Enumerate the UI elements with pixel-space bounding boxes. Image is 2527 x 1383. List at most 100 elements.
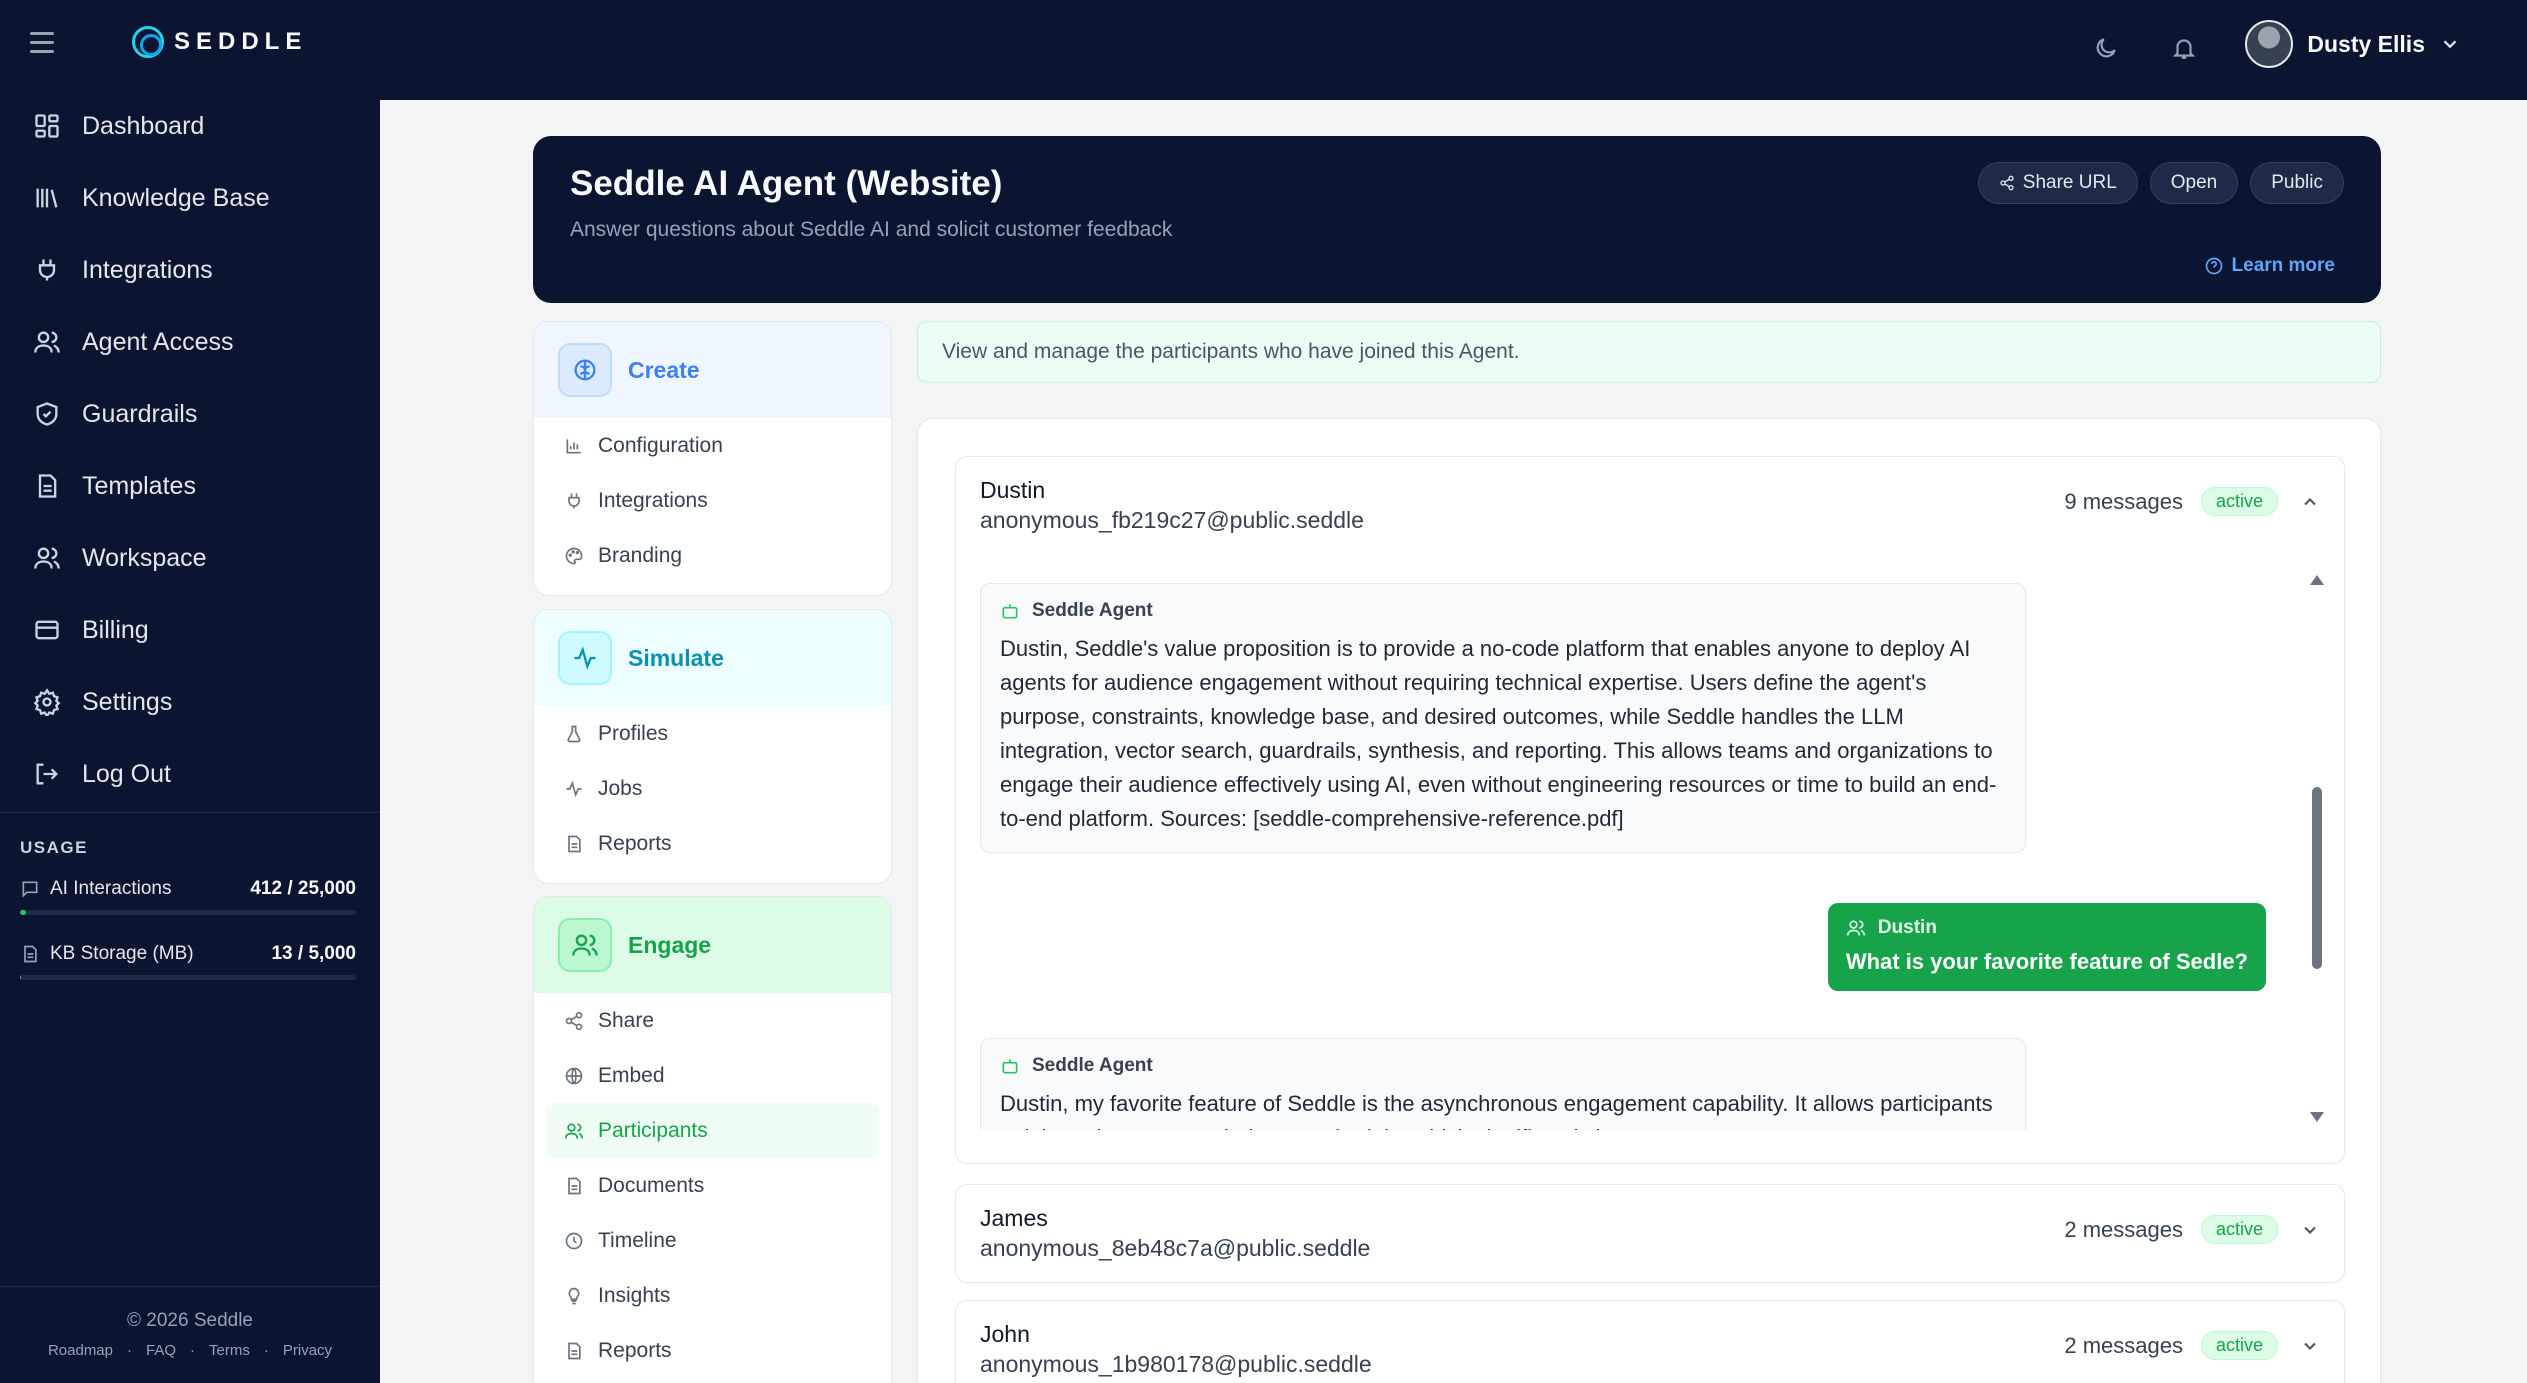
participant-card[interactable]: John anonymous_1b980178@public.seddle 2 … <box>955 1300 2345 1383</box>
logo-icon <box>132 26 164 58</box>
menu-item-participants[interactable]: Participants <box>546 1103 879 1158</box>
sidebar-item-guardrails[interactable]: Guardrails <box>0 378 380 450</box>
scroll-up-arrow[interactable] <box>2310 575 2324 585</box>
participant-name: John <box>980 1321 1030 1347</box>
message-sender: Dustin <box>1877 917 1937 938</box>
sidebar-item-label: Knowledge Base <box>82 183 270 212</box>
menu-item-reports[interactable]: Reports <box>534 816 891 871</box>
sidebar-item-knowledge-base[interactable]: Knowledge Base <box>0 162 380 234</box>
sidebar-item-dashboard[interactable]: Dashboard <box>0 90 380 162</box>
menu-item-configuration[interactable]: Configuration <box>534 418 891 473</box>
dark-mode-icon[interactable] <box>2086 28 2126 68</box>
bell-icon[interactable] <box>2164 28 2204 68</box>
users-icon <box>32 543 62 573</box>
status-badge: active <box>2200 1331 2278 1360</box>
menu-item-timeline[interactable]: Timeline <box>534 1213 891 1268</box>
usage-kb-value: 13 / 5,000 <box>271 943 356 964</box>
help-icon <box>2205 257 2222 275</box>
share-url-button[interactable]: Share URL <box>1977 162 2138 204</box>
footer-link-privacy[interactable]: Privacy <box>283 1342 332 1359</box>
sidebar-item-workspace[interactable]: Workspace <box>0 522 380 594</box>
message-count: 2 messages <box>2064 1332 2183 1358</box>
engage-header[interactable]: Engage <box>534 897 891 993</box>
conversation-view[interactable]: Seddle Agent Dustin, Seddle's value prop… <box>980 567 2325 1130</box>
engage-panel: Engage Share Embed Participants Document… <box>533 896 892 1383</box>
create-header[interactable]: Create <box>534 322 891 418</box>
usage-panel: USAGE AI Interactions 412 / 25,000 KB St… <box>20 838 356 1008</box>
status-open-badge[interactable]: Open <box>2149 162 2239 204</box>
participant-name: James <box>980 1205 1048 1231</box>
user-menu[interactable]: Dusty Ellis <box>2245 20 2461 68</box>
usage-title: USAGE <box>20 838 88 857</box>
visibility-public-badge[interactable]: Public <box>2250 162 2344 204</box>
sidebar-nav: Dashboard Knowledge Base Integrations Ag… <box>0 90 380 810</box>
usage-ai-bar <box>20 910 356 915</box>
activity-icon <box>566 780 582 797</box>
participant-email: anonymous_fb219c27@public.seddle <box>980 507 1364 533</box>
menu-item-documents[interactable]: Documents <box>534 1158 891 1213</box>
bar-chart-icon <box>566 438 581 453</box>
bot-icon <box>1002 604 1018 619</box>
scroll-down-arrow[interactable] <box>2310 1112 2324 1122</box>
participant-email: anonymous_8eb48c7a@public.seddle <box>980 1235 1371 1261</box>
learn-more-link[interactable]: Learn more <box>2204 255 2335 277</box>
menu-toggle-icon[interactable] <box>30 25 64 59</box>
share-icon <box>2000 175 2014 191</box>
sidebar-item-integrations[interactable]: Integrations <box>0 234 380 306</box>
users-icon <box>32 327 62 357</box>
menu-item-integrations[interactable]: Integrations <box>534 473 891 528</box>
footer-link-faq[interactable]: FAQ <box>146 1342 176 1359</box>
sidebar-item-agent-access[interactable]: Agent Access <box>0 306 380 378</box>
menu-item-branding[interactable]: Branding <box>534 528 891 583</box>
engage-label: Engage <box>628 931 712 958</box>
menu-item-reports-engage[interactable]: Reports <box>534 1323 891 1378</box>
users-icon <box>564 1123 584 1139</box>
scrollbar[interactable] <box>2307 567 2325 1130</box>
sidebar-item-templates[interactable]: Templates <box>0 450 380 522</box>
sidebar-item-label: Guardrails <box>82 399 198 428</box>
usage-ai-row: AI Interactions 412 / 25,000 <box>20 878 356 900</box>
menu-item-insights[interactable]: Insights <box>534 1268 891 1323</box>
menu-item-jobs[interactable]: Jobs <box>534 761 891 816</box>
logo[interactable]: SEDDLE <box>132 26 307 58</box>
footer-links: Roadmap · FAQ · Terms · Privacy <box>0 1342 380 1359</box>
sidebar-item-label: Workspace <box>82 543 207 572</box>
simulate-header[interactable]: Simulate <box>534 610 891 706</box>
status-badge: active <box>2200 1215 2278 1244</box>
menu-item-share[interactable]: Share <box>534 993 891 1048</box>
sidebar-divider <box>0 812 380 813</box>
usage-ai-bar-fill <box>20 910 26 915</box>
participant-card[interactable]: James anonymous_8eb48c7a@public.seddle 2… <box>955 1184 2345 1283</box>
gear-icon <box>32 687 62 717</box>
sidebar-item-settings[interactable]: Settings <box>0 666 380 738</box>
sidebar-item-billing[interactable]: Billing <box>0 594 380 666</box>
sidebar-item-log-out[interactable]: Log Out <box>0 738 380 810</box>
message-sender: Seddle Agent <box>1032 600 1153 621</box>
simulate-panel: Simulate Profiles Jobs Reports <box>533 609 892 884</box>
sidebar-footer: © 2026 Seddle Roadmap · FAQ · Terms · Pr… <box>0 1310 380 1359</box>
sidebar-item-label: Agent Access <box>82 327 234 356</box>
grid-icon <box>32 111 62 141</box>
footer-link-terms[interactable]: Terms <box>209 1342 250 1359</box>
chevron-down-icon[interactable] <box>2296 1216 2324 1244</box>
plug-icon <box>32 255 62 285</box>
usage-kb-row: KB Storage (MB) 13 / 5,000 <box>20 943 356 965</box>
message-text: Dustin, my favorite feature of Seddle is… <box>1000 1091 1993 1130</box>
bot-icon <box>1002 1059 1018 1074</box>
menu-item-profiles[interactable]: Profiles <box>534 706 891 761</box>
message-count: 9 messages <box>2064 488 2183 514</box>
menu-item-embed[interactable]: Embed <box>534 1048 891 1103</box>
usage-kb-bar-fill <box>20 975 21 980</box>
chevron-up-icon[interactable] <box>2296 488 2324 516</box>
message-text: What is your favorite feature of Sedle? <box>1845 949 2248 974</box>
footer-link-roadmap[interactable]: Roadmap <box>48 1342 113 1359</box>
share-url-label: Share URL <box>2022 172 2117 193</box>
shield-icon <box>32 399 62 429</box>
scroll-thumb[interactable] <box>2312 787 2322 969</box>
participant-name: Dustin <box>980 477 1046 503</box>
chevron-down-icon[interactable] <box>2296 1332 2324 1360</box>
share-icon <box>565 1011 583 1030</box>
users-icon <box>558 918 612 972</box>
usage-ai-value: 412 / 25,000 <box>250 878 356 899</box>
participants-container: Dustin anonymous_fb219c27@public.seddle … <box>917 418 2381 1383</box>
